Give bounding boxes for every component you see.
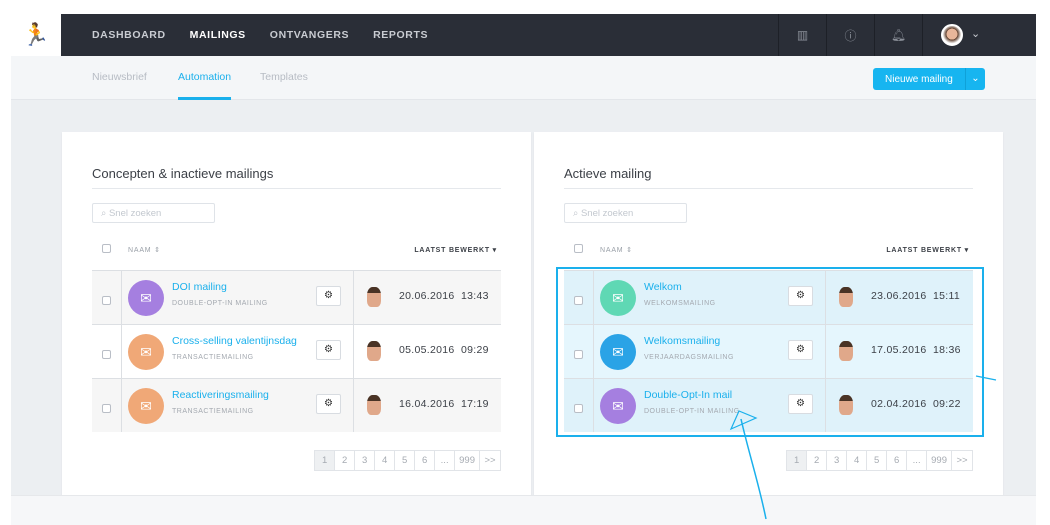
app-frame: 🏃 DASHBOARD MAILINGS ONTVANGERS REPORTS … [11, 14, 1036, 525]
hand-drawn-arrow-icon [729, 375, 997, 520]
